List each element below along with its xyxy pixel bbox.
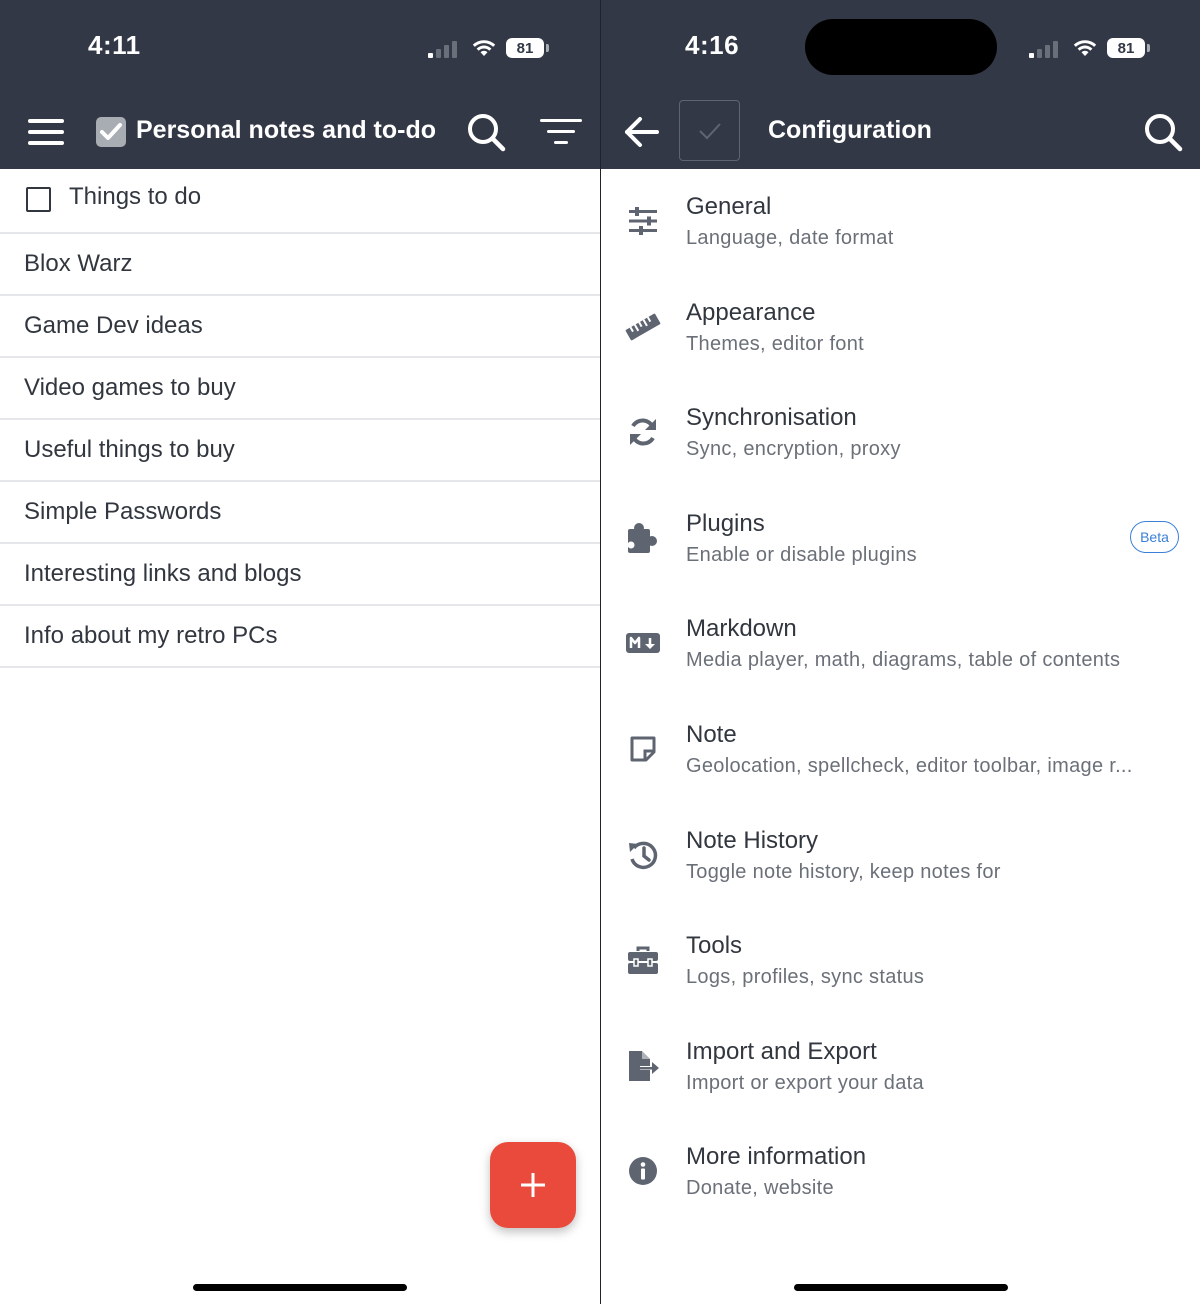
- todo-item[interactable]: Things to do: [0, 169, 600, 234]
- config-subtitle: Toggle note history, keep notes for: [686, 860, 1001, 883]
- todo-notebook-icon: [96, 117, 126, 147]
- sliders-icon: [625, 203, 661, 239]
- config-item-markdown[interactable]: Markdown Media player, math, diagrams, t…: [601, 591, 1200, 697]
- config-title: Synchronisation: [686, 404, 857, 432]
- note-list: Blox Warz Game Dev ideas Video games to …: [0, 234, 600, 668]
- config-title: More information: [686, 1143, 867, 1171]
- status-time: 4:11: [88, 30, 141, 60]
- config-subtitle: Logs, profiles, sync status: [686, 966, 925, 989]
- config-subtitle: Sync, encryption, proxy: [686, 438, 901, 461]
- cellular-signal-icon: [428, 38, 462, 58]
- note-item[interactable]: Simple Passwords: [0, 482, 600, 544]
- plus-icon: [521, 1173, 545, 1197]
- config-title: General: [686, 193, 772, 220]
- sort-filter-icon[interactable]: [538, 116, 584, 148]
- config-subtitle: Import or export your data: [686, 1071, 924, 1094]
- checkmark-icon: [698, 122, 721, 139]
- back-arrow-icon[interactable]: [621, 112, 661, 152]
- config-title: Plugins: [686, 509, 765, 537]
- config-item-note[interactable]: Note Geolocation, spellcheck, editor too…: [601, 697, 1200, 803]
- save-check-button[interactable]: [679, 100, 740, 161]
- cellular-signal-icon: [1029, 38, 1063, 58]
- todo-checkbox[interactable]: [26, 187, 51, 212]
- file-export-icon: [625, 1048, 661, 1084]
- config-subtitle: Media player, math, diagrams, table of c…: [686, 649, 1121, 672]
- home-indicator: [193, 1284, 407, 1291]
- toolbox-icon: [625, 942, 661, 978]
- dynamic-island: [805, 19, 997, 75]
- markdown-icon: [625, 625, 661, 661]
- config-subtitle: Themes, editor font: [686, 332, 865, 355]
- puzzle-icon: [625, 520, 661, 556]
- top-app-bar: 4:16 81 Configuration: [601, 0, 1200, 169]
- page-title: Configuration: [768, 116, 932, 144]
- todo-label: Things to do: [69, 183, 202, 210]
- history-icon: [625, 837, 661, 873]
- config-title: Note: [686, 720, 737, 748]
- config-item-appearance[interactable]: Appearance Themes, editor font: [601, 275, 1200, 381]
- top-app-bar: 4:11 81 Personal notes and to-do: [0, 0, 600, 169]
- search-icon[interactable]: [1141, 110, 1185, 154]
- config-subtitle: Donate, website: [686, 1177, 834, 1200]
- config-title: Import and Export: [686, 1037, 877, 1065]
- hamburger-menu-icon[interactable]: [26, 116, 66, 148]
- config-item-plugins[interactable]: Plugins Beta Enable or disable plugins: [601, 486, 1200, 592]
- config-title: Note History: [686, 826, 819, 854]
- config-title: Appearance: [686, 298, 816, 326]
- config-subtitle: Geolocation, spellcheck, editor toolbar,…: [686, 754, 1133, 777]
- config-item-general[interactable]: General Language, date format: [601, 169, 1200, 275]
- battery-indicator: 81: [506, 38, 549, 58]
- ruler-icon: [625, 309, 661, 345]
- wifi-icon: [1073, 40, 1097, 56]
- config-item-synchronisation[interactable]: Synchronisation Sync, encryption, proxy: [601, 380, 1200, 486]
- config-title: Markdown: [686, 615, 797, 643]
- notes-list-screen: 4:11 81 Personal notes and to-do Things …: [0, 0, 600, 1304]
- config-item-import-export[interactable]: Import and Export Import or export your …: [601, 1014, 1200, 1120]
- config-subtitle: Language, date format: [686, 227, 894, 249]
- configuration-screen: 4:16 81 Configuration General Language, …: [600, 0, 1200, 1304]
- note-item[interactable]: Info about my retro PCs: [0, 606, 600, 668]
- config-item-note-history[interactable]: Note History Toggle note history, keep n…: [601, 803, 1200, 909]
- sync-icon: [625, 414, 661, 450]
- status-indicators: 81: [1029, 36, 1150, 60]
- note-item[interactable]: Video games to buy: [0, 358, 600, 420]
- status-indicators: 81: [428, 36, 549, 60]
- note-item[interactable]: Blox Warz: [0, 234, 600, 296]
- sticky-note-icon: [625, 731, 661, 767]
- new-note-button[interactable]: [490, 1142, 576, 1228]
- note-item[interactable]: Game Dev ideas: [0, 296, 600, 358]
- info-icon: [625, 1153, 661, 1189]
- search-icon[interactable]: [464, 110, 508, 154]
- home-indicator: [794, 1284, 1008, 1291]
- config-item-more-information[interactable]: More information Donate, website: [601, 1119, 1200, 1225]
- battery-indicator: 81: [1107, 38, 1150, 58]
- notebook-title: Personal notes and to-do: [136, 116, 437, 144]
- status-time: 4:16: [685, 30, 740, 60]
- config-subtitle: Enable or disable plugins: [686, 543, 917, 566]
- config-section-list: General Language, date format Appearance…: [601, 169, 1200, 1225]
- config-item-tools[interactable]: Tools Logs, profiles, sync status: [601, 908, 1200, 1014]
- wifi-icon: [472, 40, 496, 56]
- config-title: Tools: [686, 932, 743, 960]
- note-item[interactable]: Interesting links and blogs: [0, 544, 600, 606]
- note-item[interactable]: Useful things to buy: [0, 420, 600, 482]
